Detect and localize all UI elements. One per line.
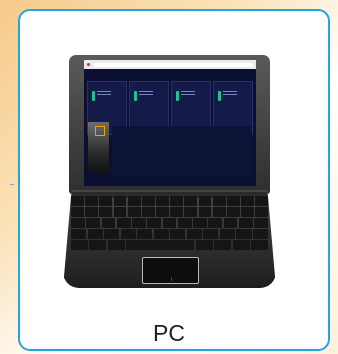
device-label: PC [153, 320, 185, 346]
browser-tab-icon [87, 63, 90, 66]
panel-meta [181, 91, 195, 97]
thermometer-icon [134, 91, 137, 101]
panel-meta [97, 91, 111, 97]
thermometer-icon [176, 91, 179, 101]
decorative-tick [10, 184, 14, 185]
thermometer-icon [218, 91, 221, 101]
dashboard-header [84, 69, 256, 81]
empty-dashboard-area [112, 126, 252, 176]
camera-feed-image [88, 122, 109, 173]
face-detection-box [95, 126, 105, 136]
keyboard [71, 196, 269, 253]
panel-meta [223, 91, 237, 97]
browser-url-bar [93, 62, 253, 67]
touchpad-divider [170, 277, 172, 281]
laptop-screen [84, 60, 256, 186]
touchpad [142, 257, 199, 284]
browser-toolbar [84, 60, 256, 69]
thermometer-icon [92, 91, 95, 101]
panel-meta [139, 91, 153, 97]
